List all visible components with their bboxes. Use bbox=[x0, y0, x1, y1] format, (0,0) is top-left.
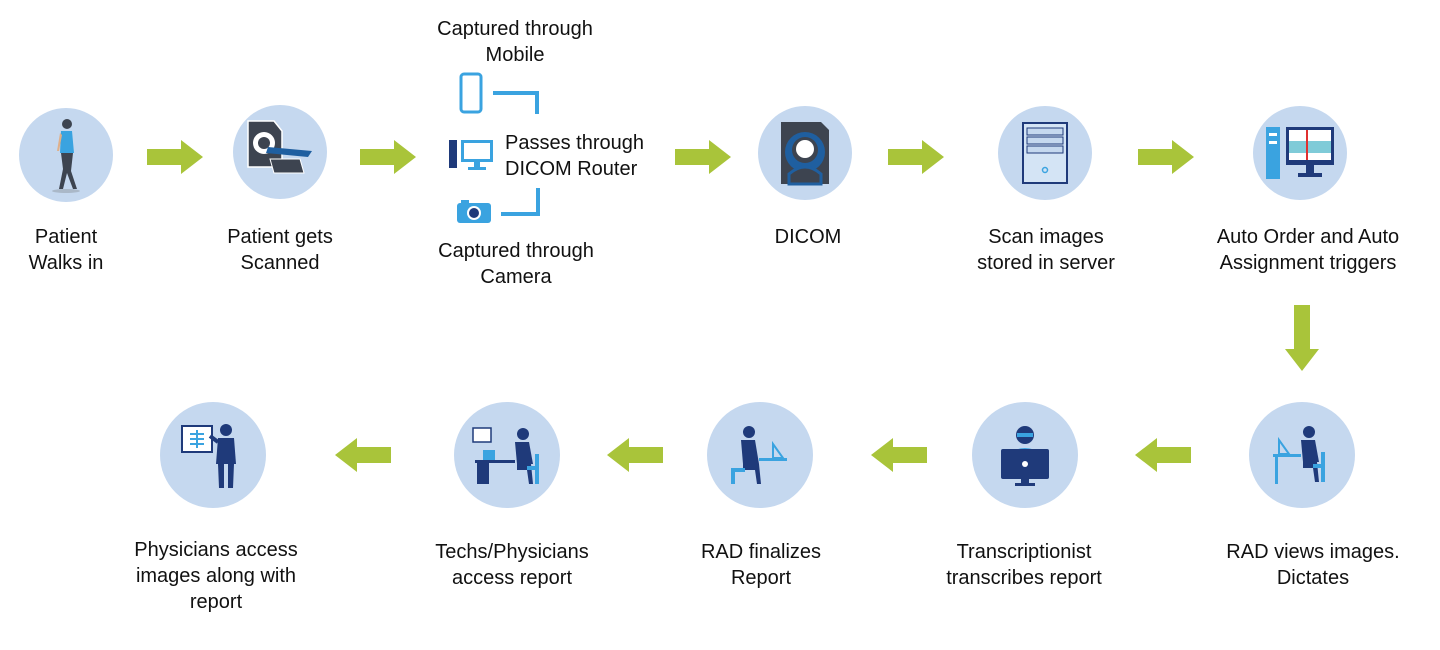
step-patient-walks-in bbox=[19, 108, 113, 202]
arrow-left-icon bbox=[335, 438, 391, 472]
step-label: RAD finalizes Report bbox=[700, 541, 822, 589]
radiologist-desk-icon bbox=[1273, 426, 1325, 484]
arrow-right-icon bbox=[1138, 140, 1194, 174]
server-icon bbox=[1022, 122, 1068, 184]
step-label: Auto Order and Auto Assignment triggers bbox=[1216, 226, 1400, 274]
step-server bbox=[998, 106, 1092, 200]
step-patient-scanned bbox=[233, 105, 327, 199]
step-label: DICOM bbox=[774, 226, 842, 248]
connector-line bbox=[493, 91, 539, 114]
step-label: Scan images stored in server bbox=[977, 226, 1115, 274]
step-rad-finalizes bbox=[707, 402, 813, 508]
connector-line bbox=[501, 188, 540, 216]
arrow-left-icon bbox=[1135, 438, 1191, 472]
walking-person-icon bbox=[52, 119, 80, 193]
router-label: Passes through DICOM Router bbox=[505, 132, 644, 180]
tech-desk-icon bbox=[472, 427, 539, 484]
arrow-right-icon bbox=[675, 140, 731, 174]
step-label: Techs/Physicians access report bbox=[435, 541, 589, 589]
computer-workstation-icon bbox=[1266, 127, 1334, 179]
step-rad-views bbox=[1249, 402, 1355, 508]
step-physicians-access bbox=[160, 402, 266, 508]
arrow-left-icon bbox=[871, 438, 927, 472]
arrow-left-icon bbox=[607, 438, 663, 472]
mobile-phone-icon bbox=[459, 72, 483, 114]
step-label: Transcriptionist transcribes report bbox=[946, 541, 1102, 589]
arrow-down-icon bbox=[1285, 305, 1319, 371]
step-techs-access bbox=[454, 402, 560, 508]
physician-xray-icon bbox=[181, 424, 236, 488]
camera-icon bbox=[457, 200, 491, 223]
step-label: RAD views images. Dictates bbox=[1226, 541, 1400, 589]
step-auto-order bbox=[1253, 106, 1347, 200]
step-transcriptionist bbox=[972, 402, 1078, 508]
step-label: Patient gets Scanned bbox=[227, 226, 333, 274]
radiologist-laptop-icon bbox=[731, 426, 787, 484]
dicom-router-icon bbox=[449, 140, 493, 170]
mobile-capture-label: Captured through Mobile bbox=[437, 18, 593, 66]
transcriptionist-icon bbox=[1001, 426, 1049, 486]
mri-machine-icon bbox=[781, 122, 829, 186]
ct-scanner-icon bbox=[247, 120, 312, 174]
step-label: Physicians access images along with report bbox=[134, 539, 298, 613]
step-dicom bbox=[758, 106, 852, 200]
arrow-right-icon bbox=[888, 140, 944, 174]
arrow-right-icon bbox=[147, 140, 203, 174]
camera-capture-label: Captured through Camera bbox=[438, 240, 594, 288]
arrow-right-icon bbox=[360, 140, 416, 174]
step-label: Patient Walks in bbox=[28, 226, 104, 274]
